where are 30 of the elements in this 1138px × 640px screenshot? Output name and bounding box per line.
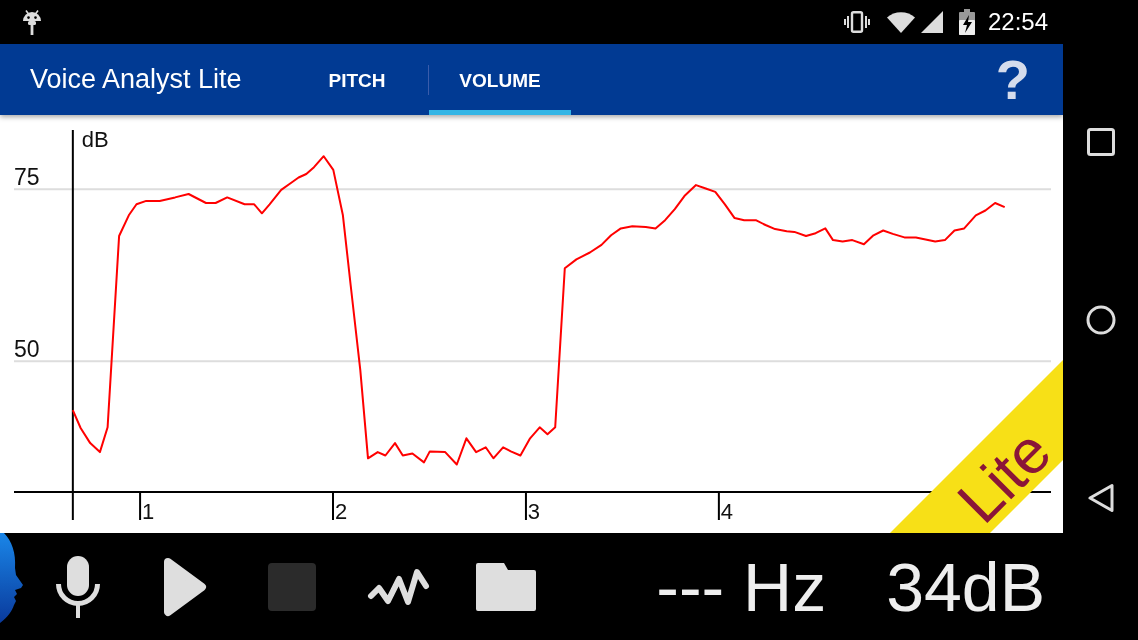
axis-title: dB bbox=[81, 127, 109, 152]
tick-mark bbox=[717, 491, 720, 521]
circle-icon[interactable] bbox=[1085, 305, 1116, 335]
ribbon-label: Lite bbox=[944, 416, 1063, 533]
play-icon[interactable] bbox=[161, 556, 208, 617]
waveform-icon[interactable] bbox=[366, 566, 431, 607]
x-tick-label: 3 bbox=[527, 499, 541, 524]
x-tick-label: 2 bbox=[334, 499, 348, 524]
vibrate-icon bbox=[843, 11, 870, 33]
folder-icon[interactable] bbox=[475, 562, 536, 611]
x-tick-label: 4 bbox=[720, 499, 733, 524]
help-button[interactable]: ? bbox=[995, 51, 1030, 108]
tick-mark bbox=[332, 491, 334, 521]
x-tick-label: 1 bbox=[141, 499, 155, 524]
signal-icon bbox=[920, 11, 943, 33]
head-silhouette-icon bbox=[0, 533, 24, 623]
pitch-readout: --- Hz bbox=[656, 552, 827, 621]
square-icon[interactable] bbox=[1085, 127, 1116, 157]
tick-mark bbox=[524, 491, 527, 521]
y-tick-label: 75 bbox=[14, 164, 40, 191]
status-time: 22:54 bbox=[987, 10, 1048, 34]
microphone-icon[interactable] bbox=[54, 555, 101, 618]
volume-readout: 34dB bbox=[886, 552, 1045, 621]
battery-icon bbox=[958, 9, 975, 35]
android-icon bbox=[22, 9, 42, 35]
wifi-icon bbox=[886, 11, 915, 33]
tick-mark bbox=[139, 491, 142, 521]
tab[interactable]: PITCH bbox=[286, 44, 428, 115]
y-tick-label: 50 bbox=[14, 336, 40, 363]
app-title: Voice Analyst Lite bbox=[29, 64, 243, 95]
